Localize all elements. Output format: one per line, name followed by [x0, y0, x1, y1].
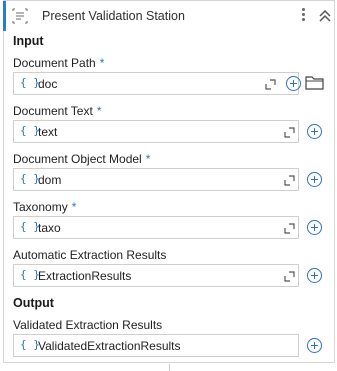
expand-editor-icon[interactable]: [284, 271, 295, 282]
add-variable-button[interactable]: [307, 338, 322, 353]
document-path-field[interactable]: { } doc: [13, 72, 301, 95]
taxonomy-field[interactable]: { } taxo: [13, 216, 299, 239]
expression-braces-icon: { }: [20, 76, 40, 89]
taxonomy-value: taxo: [38, 221, 61, 235]
add-variable-button[interactable]: [286, 76, 301, 91]
label-taxonomy: Taxonomy *: [13, 200, 77, 214]
document-object-model-value: dom: [38, 173, 62, 187]
expand-editor-icon[interactable]: [284, 127, 295, 138]
activity-header[interactable]: Present Validation Station: [4, 1, 334, 31]
section-input-heading: Input: [13, 34, 44, 48]
activity-title: Present Validation Station: [42, 9, 185, 23]
label-automatic-extraction-results: Automatic Extraction Results: [13, 248, 167, 262]
add-variable-button[interactable]: [307, 172, 322, 187]
required-marker: *: [99, 56, 105, 70]
expand-editor-icon[interactable]: [284, 223, 295, 234]
expression-braces-icon: { }: [20, 268, 40, 281]
kebab-menu-icon[interactable]: [297, 6, 309, 26]
add-variable-button[interactable]: [307, 268, 322, 283]
expression-braces-icon: { }: [20, 338, 40, 351]
activity-card[interactable]: Present Validation Station Input Documen…: [3, 0, 335, 363]
document-object-model-field[interactable]: { } dom: [13, 168, 299, 191]
expand-editor-icon[interactable]: [284, 175, 295, 186]
expression-braces-icon: { }: [20, 124, 40, 137]
label-document-object-model: Document Object Model *: [13, 152, 151, 166]
required-marker: *: [71, 200, 77, 214]
folder-icon[interactable]: [305, 75, 324, 90]
section-output-heading: Output: [13, 296, 54, 310]
add-variable-button[interactable]: [307, 220, 322, 235]
required-marker: *: [145, 152, 151, 166]
double-chevron-up-icon[interactable]: [318, 8, 332, 24]
label-validated-extraction-results: Validated Extraction Results: [13, 318, 163, 332]
expression-braces-icon: { }: [20, 172, 40, 185]
document-text-field[interactable]: { } text: [13, 120, 299, 143]
document-text-value: text: [38, 125, 58, 139]
required-marker: *: [96, 104, 102, 118]
label-document-text: Document Text *: [13, 104, 102, 118]
automatic-extraction-results-value: ExtractionResults: [38, 269, 132, 283]
add-variable-button[interactable]: [307, 124, 322, 139]
activity-icon: [12, 8, 28, 24]
expand-editor-icon[interactable]: [265, 79, 276, 90]
expression-braces-icon: { }: [20, 220, 40, 233]
label-document-path: Document Path *: [13, 56, 105, 70]
automatic-extraction-results-field[interactable]: { } ExtractionResults: [13, 264, 299, 287]
validated-extraction-results-field[interactable]: { } ValidatedExtractionResults: [13, 334, 299, 357]
connector-line: [169, 364, 170, 371]
validated-extraction-results-value: ValidatedExtractionResults: [38, 339, 181, 353]
document-path-value: doc: [38, 77, 58, 91]
